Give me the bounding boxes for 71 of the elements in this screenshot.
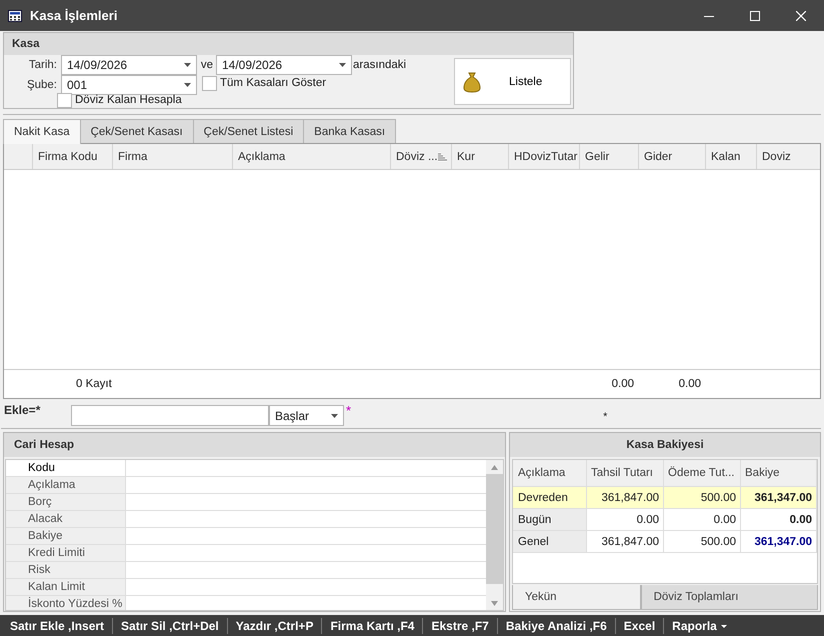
tab[interactable]: Döviz Toplamları: [640, 585, 818, 610]
panel-title: Kasa Bakiyesi: [626, 439, 704, 451]
field-label[interactable]: Risk: [6, 562, 126, 578]
field-label: arasındaki: [353, 59, 408, 71]
toolbar-button[interactable]: Raporla: [664, 618, 735, 634]
column-header[interactable]: Döviz ...: [390, 144, 451, 169]
column-header[interactable]: Kalan: [705, 144, 756, 169]
caret-icon: [339, 63, 346, 67]
caret-icon: [331, 414, 338, 418]
field-label: ve: [200, 59, 214, 71]
column-header[interactable]: Açıklama: [232, 144, 390, 169]
caret-icon: [184, 63, 191, 67]
close-icon[interactable]: [796, 10, 806, 20]
tab[interactable]: Çek/Senet Listesi: [192, 119, 304, 143]
checkbox-label: Döviz Kalan Hesapla: [75, 94, 182, 106]
column-header[interactable]: Gelir: [579, 144, 638, 169]
up-arrow-icon[interactable]: [491, 464, 498, 470]
tab[interactable]: Banka Kasası: [303, 119, 396, 143]
total-value: 0.00: [612, 378, 634, 390]
window-title: Kasa İşlemleri: [30, 8, 118, 23]
field-label[interactable]: Kredi Limiti: [6, 545, 126, 561]
toolbar-button[interactable]: Ekstre ,F7: [423, 618, 498, 634]
checkbox-label: Tüm Kasaları Göster: [220, 77, 326, 89]
field-label[interactable]: Açıklama: [6, 477, 126, 493]
checkbox[interactable]: [57, 92, 72, 108]
field-label[interactable]: İskonto Yüzdesi %: [6, 596, 126, 610]
money-bag-icon: [463, 70, 481, 92]
tab[interactable]: Yekün: [512, 585, 641, 610]
column-header[interactable]: Kur: [451, 144, 508, 169]
column-header[interactable]: Firma: [112, 144, 232, 169]
field-label: Şube:: [26, 78, 58, 90]
tab[interactable]: Çek/Senet Kasası: [80, 119, 194, 143]
required-marker: *: [346, 403, 352, 418]
maximize-icon[interactable]: [750, 10, 760, 20]
checkbox[interactable]: [202, 76, 217, 90]
toolbar-button[interactable]: Yazdır ,Ctrl+P: [228, 618, 322, 634]
panel-title: Cari Hesap: [14, 439, 74, 451]
date-field[interactable]: 14/09/2026: [61, 55, 197, 75]
field-label[interactable]: Bakiye: [6, 528, 126, 544]
branch-field[interactable]: 001: [61, 74, 197, 94]
list-button[interactable]: Listele: [454, 58, 571, 105]
calculator-icon: [8, 8, 22, 22]
panel-title: Kasa: [12, 38, 40, 50]
column-header[interactable]: HDovizTutar: [508, 144, 579, 169]
column-header[interactable]: Doviz: [756, 144, 820, 169]
scroll-bar[interactable]: [486, 460, 503, 610]
sort-icon: [438, 152, 447, 160]
caret-icon: [184, 82, 191, 86]
match-mode-dropdown[interactable]: Başlar: [269, 405, 344, 426]
field-label[interactable]: Alacak: [6, 511, 126, 527]
filter-input[interactable]: [71, 405, 269, 426]
field-label[interactable]: Kalan Limit: [6, 579, 126, 595]
table-row[interactable]: Bugün 0.00 0.00 0.00: [513, 509, 817, 531]
total-value: 0.00: [678, 378, 701, 390]
toolbar-button[interactable]: Excel: [616, 618, 664, 634]
toolbar-button[interactable]: Bakiye Analizi ,F6: [498, 618, 616, 634]
toolbar-button[interactable]: Satır Sil ,Ctrl+Del: [113, 618, 228, 634]
table-row[interactable]: Devreden 361,847.00 500.00 361,347.00: [513, 487, 817, 509]
down-arrow-icon[interactable]: [491, 600, 498, 606]
tab[interactable]: Nakit Kasa: [3, 119, 81, 144]
field-label: Tarih:: [28, 59, 58, 71]
record-count: 0 Kayıt: [76, 378, 112, 390]
table-row[interactable]: Genel 361,847.00 500.00 361,347.00: [513, 531, 817, 553]
column-header[interactable]: Firma Kodu: [32, 144, 112, 169]
filter-marker: *: [603, 411, 608, 423]
filter-label: Ekle=*: [3, 402, 42, 417]
field-label[interactable]: Borç: [6, 494, 126, 510]
date-field[interactable]: 14/09/2026: [216, 55, 352, 75]
toolbar-button[interactable]: Satır Ekle ,Insert: [2, 618, 114, 634]
toolbar-button[interactable]: Firma Kartı ,F4: [322, 618, 424, 634]
column-header[interactable]: Gider: [638, 144, 705, 169]
